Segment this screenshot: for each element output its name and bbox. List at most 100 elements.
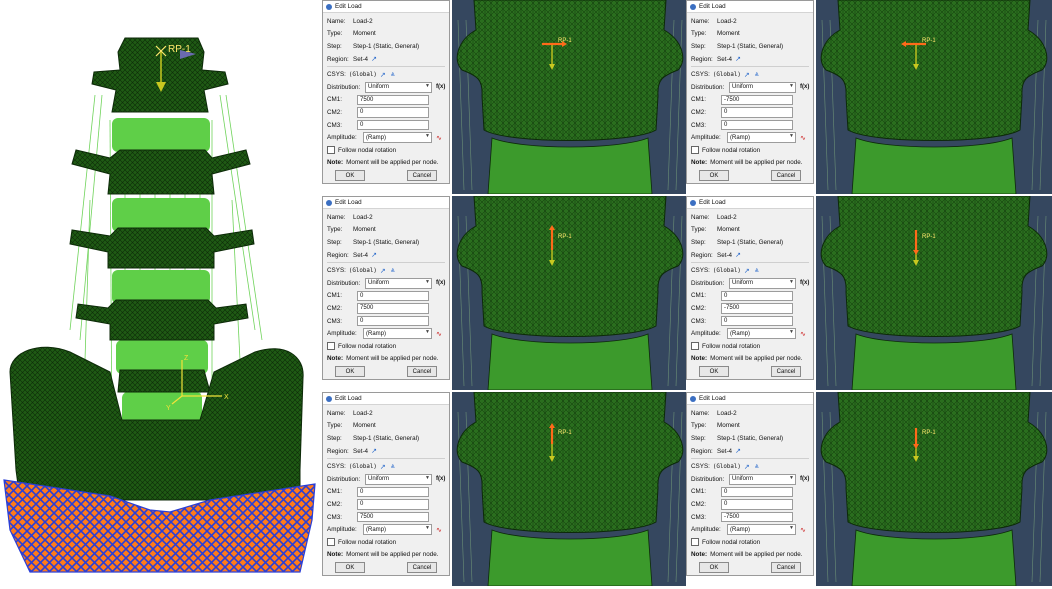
edit-csys-icon[interactable]: ↗ xyxy=(744,463,750,471)
viewport-6[interactable]: RP-1 xyxy=(816,392,1052,586)
cm1-label: CM1: xyxy=(327,292,343,300)
distribution-select[interactable]: Uniform ▼ xyxy=(365,82,432,93)
edit-csys-icon[interactable]: ↗ xyxy=(380,463,386,471)
csys-axes-icon[interactable]: ⩓ xyxy=(755,267,759,275)
csys-axes-icon[interactable]: ⩓ xyxy=(391,463,395,471)
viewport-1[interactable]: RP-1 xyxy=(452,0,686,194)
cm3-input[interactable]: 0 xyxy=(357,119,429,131)
cancel-button[interactable]: Cancel xyxy=(771,170,801,182)
cm1-input[interactable]: -7500 xyxy=(721,94,793,106)
follow-rotation-checkbox[interactable] xyxy=(691,342,699,351)
create-amplitude-icon[interactable]: ∿ xyxy=(436,526,445,534)
amplitude-select[interactable]: (Ramp) ▼ xyxy=(363,328,432,339)
cm3-input[interactable]: 0 xyxy=(721,119,793,131)
distribution-select[interactable]: Uniform ▼ xyxy=(729,474,796,485)
cm2-input[interactable]: 0 xyxy=(357,499,429,510)
create-amplitude-icon[interactable]: ∿ xyxy=(800,526,809,534)
create-amplitude-icon[interactable]: ∿ xyxy=(436,134,445,142)
edit-region-icon[interactable]: ↗ xyxy=(371,55,377,63)
cm1-input[interactable]: 0 xyxy=(721,486,793,498)
ok-button[interactable]: OK xyxy=(699,170,729,182)
cm2-input[interactable]: 0 xyxy=(721,499,793,510)
edit-csys-icon[interactable]: ↗ xyxy=(380,267,386,275)
fx-icon[interactable]: f(x) xyxy=(800,84,809,90)
cm3-input[interactable]: 0 xyxy=(721,315,793,327)
dialog-title-bar[interactable]: Edit Load xyxy=(323,393,449,405)
edit-region-icon[interactable]: ↗ xyxy=(371,251,377,259)
distribution-select[interactable]: Uniform ▼ xyxy=(365,278,432,289)
amplitude-select[interactable]: (Ramp) ▼ xyxy=(363,524,432,535)
dialog-title: Edit Load xyxy=(699,3,726,10)
edit-region-icon[interactable]: ↗ xyxy=(735,447,741,455)
dialog-title-bar[interactable]: Edit Load xyxy=(687,1,813,13)
csys-label: CSYS: xyxy=(327,267,346,275)
cm2-input[interactable]: 7500 xyxy=(357,303,429,314)
ok-button[interactable]: OK xyxy=(699,562,729,574)
edit-csys-icon[interactable]: ↗ xyxy=(380,71,386,79)
cm1-input[interactable]: 0 xyxy=(357,290,429,302)
fx-icon[interactable]: f(x) xyxy=(436,84,445,90)
distribution-select[interactable]: Uniform ▼ xyxy=(729,82,796,93)
edit-region-icon[interactable]: ↗ xyxy=(735,55,741,63)
dialog-title-bar[interactable]: Edit Load xyxy=(323,1,449,13)
region-value: Set-4 xyxy=(353,447,369,455)
cm1-input[interactable]: 0 xyxy=(721,290,793,302)
csys-axes-icon[interactable]: ⩓ xyxy=(755,463,759,471)
follow-rotation-checkbox[interactable] xyxy=(691,538,699,547)
cm2-input[interactable]: -7500 xyxy=(721,303,793,314)
cancel-button[interactable]: Cancel xyxy=(407,170,437,182)
cancel-button[interactable]: Cancel xyxy=(407,562,437,574)
divider xyxy=(327,262,445,264)
cm1-input[interactable]: 7500 xyxy=(357,94,429,106)
amplitude-select[interactable]: (Ramp) ▼ xyxy=(727,132,796,143)
cm2-input[interactable]: 0 xyxy=(357,107,429,118)
fx-icon[interactable]: f(x) xyxy=(800,476,809,482)
csys-axes-icon[interactable]: ⩓ xyxy=(755,71,759,79)
viewport-5[interactable]: RP-1 xyxy=(452,392,686,586)
cm2-value: 0 xyxy=(724,109,728,116)
cm3-input[interactable]: -7500 xyxy=(721,511,793,523)
amplitude-select[interactable]: (Ramp) ▼ xyxy=(727,328,796,339)
cm1-input[interactable]: 0 xyxy=(357,486,429,498)
distribution-select[interactable]: Uniform ▼ xyxy=(365,474,432,485)
cancel-button[interactable]: Cancel xyxy=(407,366,437,378)
follow-rotation-checkbox[interactable] xyxy=(691,146,699,155)
cm3-input[interactable]: 7500 xyxy=(357,511,429,523)
viewport-4[interactable]: RP-1 xyxy=(816,196,1052,390)
ok-button[interactable]: OK xyxy=(335,170,365,182)
create-amplitude-icon[interactable]: ∿ xyxy=(436,330,445,338)
follow-rotation-checkbox[interactable] xyxy=(327,146,335,155)
distribution-select[interactable]: Uniform ▼ xyxy=(729,278,796,289)
chevron-down-icon: ▼ xyxy=(789,475,794,482)
rp-label: RP-1 xyxy=(168,44,191,55)
follow-rotation-checkbox[interactable] xyxy=(327,342,335,351)
dialog-title-bar[interactable]: Edit Load xyxy=(687,197,813,209)
csys-axes-icon[interactable]: ⩓ xyxy=(391,71,395,79)
dialog-title-bar[interactable]: Edit Load xyxy=(687,393,813,405)
fx-icon[interactable]: f(x) xyxy=(800,280,809,286)
csys-axes-icon[interactable]: ⩓ xyxy=(391,267,395,275)
distribution-value: Uniform xyxy=(368,476,390,483)
cancel-button[interactable]: Cancel xyxy=(771,366,801,378)
viewport-2[interactable]: RP-1 xyxy=(816,0,1052,194)
edit-csys-icon[interactable]: ↗ xyxy=(744,267,750,275)
edit-csys-icon[interactable]: ↗ xyxy=(744,71,750,79)
create-amplitude-icon[interactable]: ∿ xyxy=(800,330,809,338)
ok-button[interactable]: OK xyxy=(335,562,365,574)
viewport-3[interactable]: RP-1 xyxy=(452,196,686,390)
cm3-input[interactable]: 0 xyxy=(357,315,429,327)
cm2-input[interactable]: 0 xyxy=(721,107,793,118)
cancel-button[interactable]: Cancel xyxy=(771,562,801,574)
amplitude-select[interactable]: (Ramp) ▼ xyxy=(727,524,796,535)
fx-icon[interactable]: f(x) xyxy=(436,476,445,482)
fx-icon[interactable]: f(x) xyxy=(436,280,445,286)
amplitude-select[interactable]: (Ramp) ▼ xyxy=(363,132,432,143)
dialog-title-bar[interactable]: Edit Load xyxy=(323,197,449,209)
edit-region-icon[interactable]: ↗ xyxy=(735,251,741,259)
note-label: Note: xyxy=(327,355,344,363)
ok-button[interactable]: OK xyxy=(335,366,365,378)
follow-rotation-checkbox[interactable] xyxy=(327,538,335,547)
edit-region-icon[interactable]: ↗ xyxy=(371,447,377,455)
ok-button[interactable]: OK xyxy=(699,366,729,378)
create-amplitude-icon[interactable]: ∿ xyxy=(800,134,809,142)
